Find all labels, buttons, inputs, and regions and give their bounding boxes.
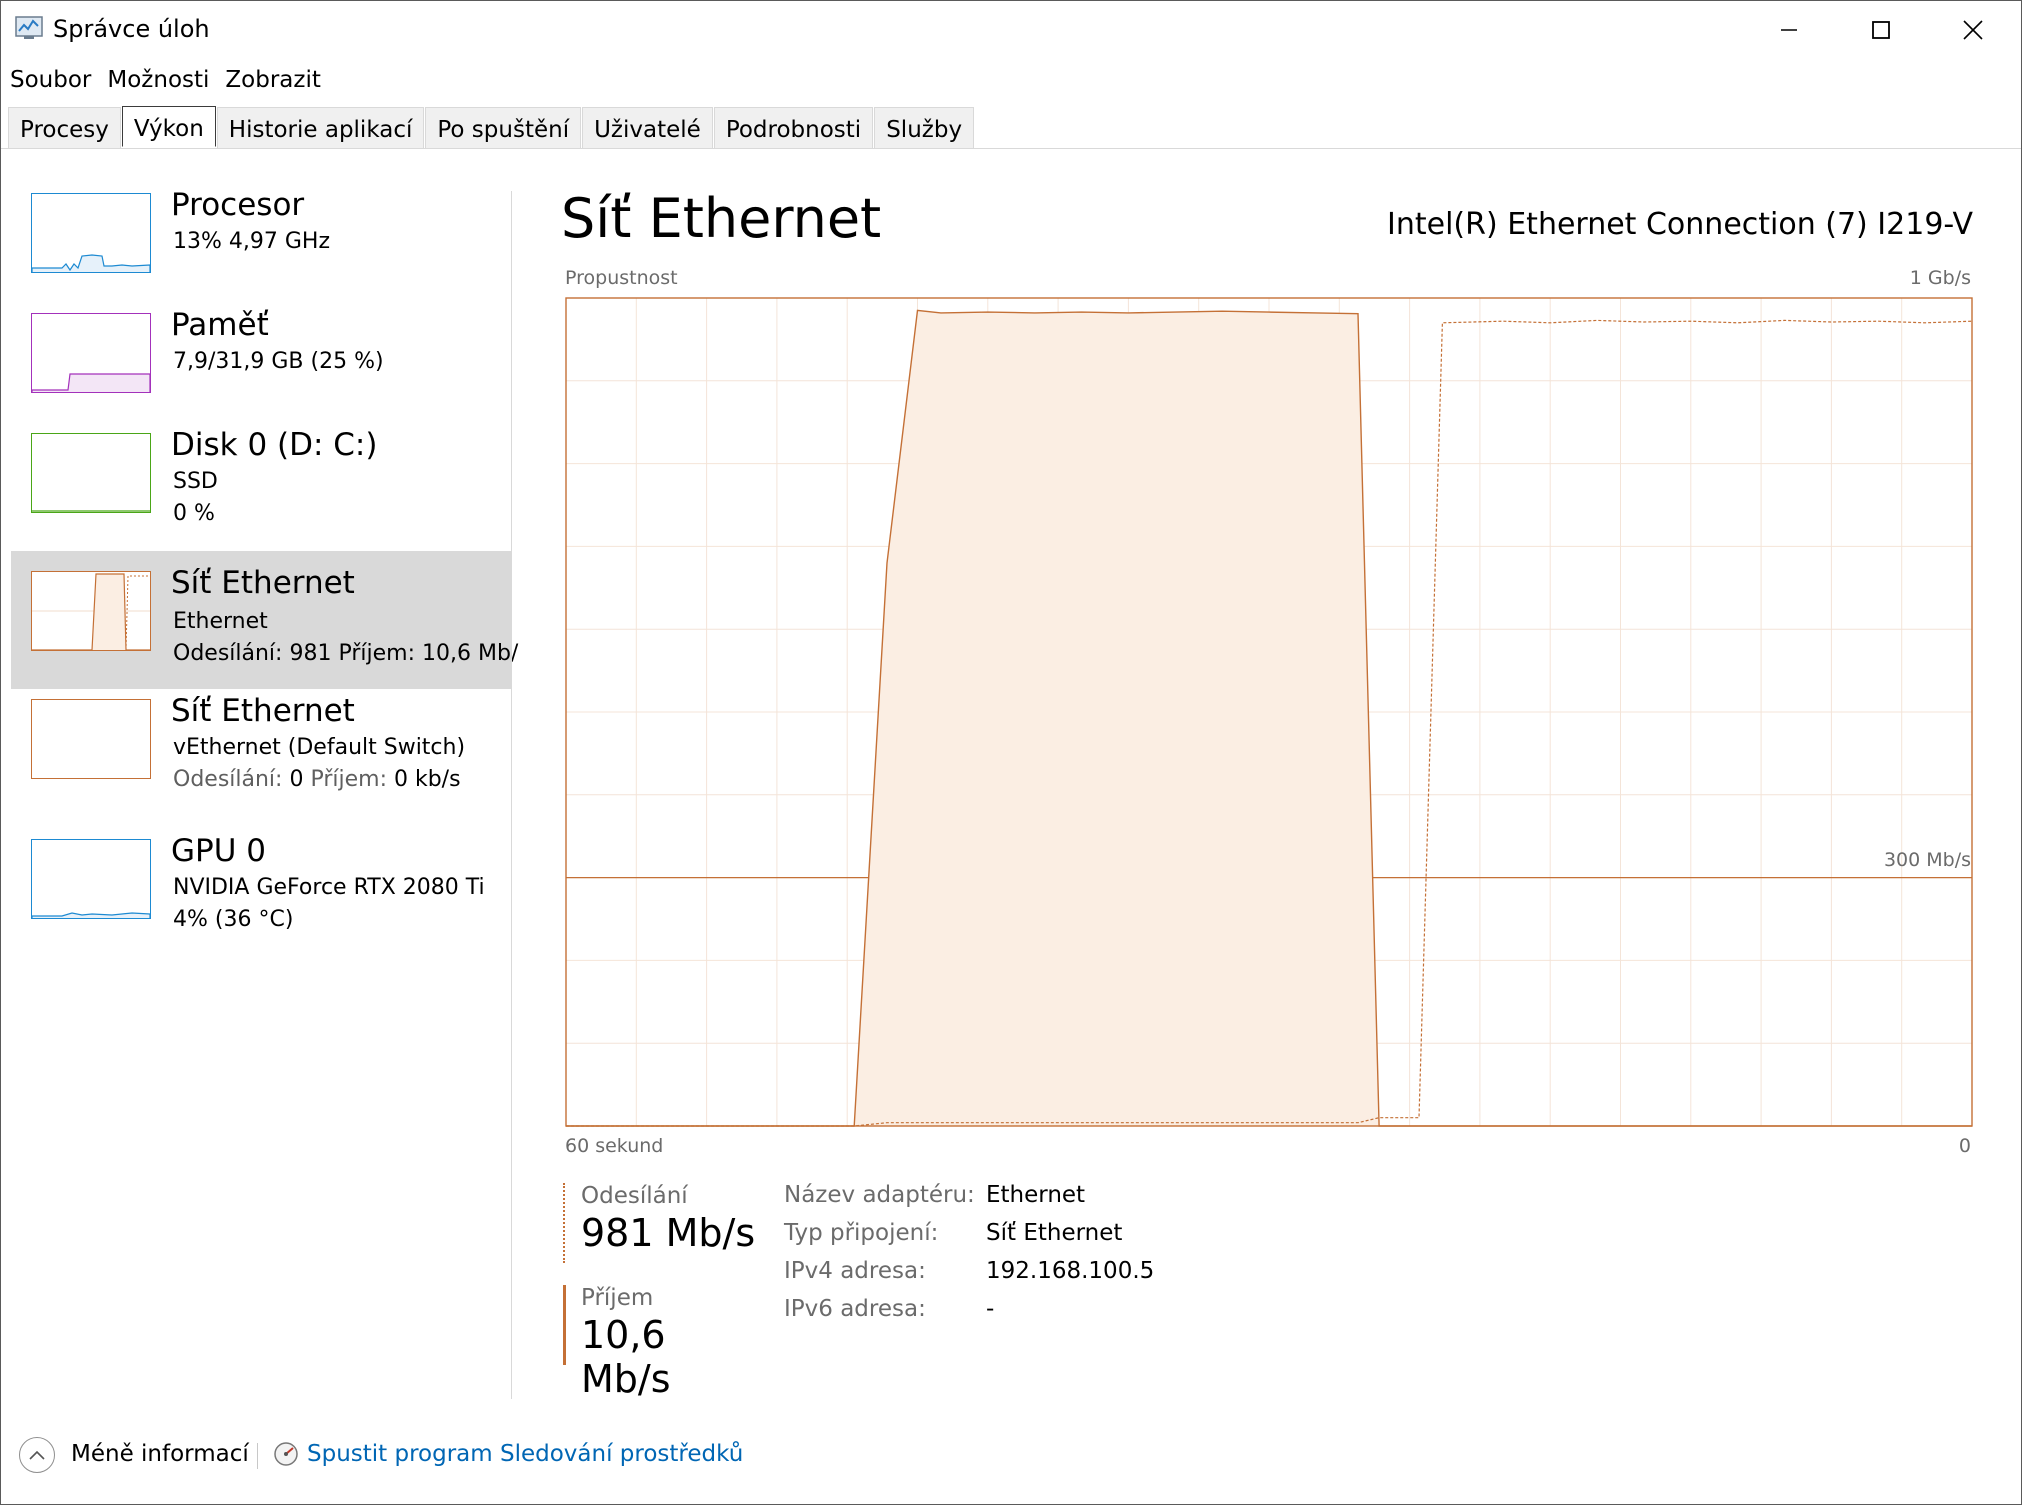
sidebar-item-usage: 4% (36 °C) <box>173 907 294 932</box>
chart-y-max-label: 1 Gb/s <box>1909 267 1971 289</box>
receive-value: 10,6 Mb/ <box>421 641 519 666</box>
sidebar-item-title: Síť Ethernet <box>171 565 355 601</box>
menu-view[interactable]: Zobrazit <box>216 63 327 97</box>
sidebar-item-title: Síť Ethernet <box>171 693 355 729</box>
gpu-thumbnail-graph <box>31 839 151 919</box>
task-manager-icon <box>15 16 43 39</box>
property-label: Název adaptéru: <box>784 1182 975 1208</box>
disk-thumbnail-graph <box>31 433 151 513</box>
chart-y-label: Propustnost <box>565 267 678 289</box>
window-title: Správce úloh <box>53 15 210 43</box>
receive-stat-value: 10,6 Mb/s <box>581 1313 671 1401</box>
property-value: 192.168.100.5 <box>986 1258 1155 1284</box>
tab-details[interactable]: Podrobnosti <box>713 107 874 148</box>
property-label: IPv6 adresa: <box>784 1296 926 1322</box>
property-label: IPv4 adresa: <box>784 1258 926 1284</box>
receive-label: Příjem: <box>310 767 387 792</box>
sidebar-item-detail: 13% 4,97 GHz <box>173 229 331 254</box>
chart-x-right-label: 0 <box>1958 1135 1971 1157</box>
close-icon <box>1963 20 1983 40</box>
fewer-details-label[interactable]: Méně informací <box>71 1441 249 1467</box>
chart-x-left-label: 60 sekund <box>565 1135 664 1157</box>
maximize-icon <box>1872 21 1890 39</box>
sidebar-item-throughput: Odesílání: 0 Příjem: 0 kb/s <box>173 767 461 792</box>
footer-divider <box>257 1443 258 1469</box>
send-stat-value: 981 Mb/s <box>581 1211 756 1255</box>
fewer-details-button[interactable] <box>19 1437 55 1473</box>
minimize-icon <box>1781 29 1797 31</box>
sidebar-item-detail: vEthernet (Default Switch) <box>173 735 466 760</box>
throughput-chart <box>565 297 1973 1127</box>
receive-legend-bar <box>563 1285 566 1365</box>
sidebar-item-detail: NVIDIA GeForce RTX 2080 Ti <box>173 875 485 900</box>
chevron-up-icon <box>29 1450 45 1460</box>
memory-thumbnail-graph <box>31 313 151 393</box>
tab-app-history[interactable]: Historie aplikací <box>216 107 425 148</box>
sidebar-item-gpu[interactable]: GPU 0 NVIDIA GeForce RTX 2080 Ti 4% (36 … <box>11 829 511 967</box>
receive-stat: Příjem 10,6 Mb/s <box>563 1285 763 1401</box>
sidebar-divider <box>511 191 512 1399</box>
sidebar-item-title: Procesor <box>171 187 305 223</box>
resource-monitor-icon <box>274 1442 298 1466</box>
tab-services[interactable]: Služby <box>874 107 975 148</box>
tab-processes[interactable]: Procesy <box>8 107 121 148</box>
tab-bar: Procesy Výkon Historie aplikací Po spušt… <box>8 106 975 149</box>
sidebar-item-cpu[interactable]: Procesor 13% 4,97 GHz <box>11 183 511 321</box>
send-stat-label: Odesílání <box>581 1183 688 1209</box>
send-label: Odesílání: <box>173 641 283 666</box>
maximize-button[interactable] <box>1835 1 1927 59</box>
menu-bar: Soubor Možnosti Zobrazit <box>1 63 328 97</box>
receive-label: Příjem: <box>338 641 415 666</box>
receive-value: 0 kb/s <box>393 767 461 792</box>
cpu-thumbnail-graph <box>31 193 151 273</box>
sidebar-item-title: Disk 0 (D: C:) <box>171 427 378 463</box>
sidebar-item-detail: SSD <box>173 469 218 494</box>
resource-monitor-link[interactable]: Spustit program Sledování prostředků <box>307 1441 743 1467</box>
send-legend-bar <box>563 1183 565 1263</box>
sidebar-item-title: Paměť <box>171 307 269 343</box>
send-value: 981 <box>289 641 332 666</box>
tab-startup[interactable]: Po spuštění <box>425 107 582 148</box>
footer: Méně informací Spustit program Sledování… <box>1 1421 2021 1481</box>
menu-options[interactable]: Možnosti <box>98 63 216 97</box>
sidebar-item-title: GPU 0 <box>171 833 266 869</box>
page-title: Síť Ethernet <box>561 187 882 250</box>
vethernet-thumbnail-graph <box>31 699 151 779</box>
menu-file[interactable]: Soubor <box>1 63 98 97</box>
sidebar-item-ethernet[interactable]: Síť Ethernet Ethernet Odesílání: 981 Pří… <box>11 551 518 689</box>
minimize-button[interactable] <box>1743 1 1835 59</box>
title-bar: Správce úloh <box>1 1 2021 59</box>
send-stat: Odesílání 981 Mb/s <box>563 1183 763 1263</box>
chart-reference-label: 300 Mb/s <box>1883 849 1971 871</box>
adapter-name: Intel(R) Ethernet Connection (7) I219-V <box>1387 207 1973 242</box>
property-value: Ethernet <box>986 1182 1086 1208</box>
send-label: Odesílání: <box>173 767 283 792</box>
tab-performance[interactable]: Výkon <box>121 106 216 147</box>
sidebar-item-usage: 0 % <box>173 501 215 526</box>
sidebar-item-vethernet[interactable]: Síť Ethernet vEthernet (Default Switch) … <box>11 689 511 827</box>
sidebar-item-disk[interactable]: Disk 0 (D: C:) SSD 0 % <box>11 423 511 561</box>
sidebar-item-detail: 7,9/31,9 GB (25 %) <box>173 349 384 374</box>
property-value: Síť Ethernet <box>986 1220 1123 1246</box>
property-label: Typ připojení: <box>784 1220 939 1246</box>
tab-users[interactable]: Uživatelé <box>582 107 713 148</box>
send-value: 0 <box>289 767 304 792</box>
close-button[interactable] <box>1927 1 2019 59</box>
ethernet-thumbnail-graph <box>31 571 151 651</box>
property-value: - <box>986 1296 995 1322</box>
receive-stat-label: Příjem <box>581 1285 654 1311</box>
sidebar-item-memory[interactable]: Paměť 7,9/31,9 GB (25 %) <box>11 303 511 441</box>
sidebar-item-detail: Ethernet <box>173 609 268 634</box>
sidebar-item-throughput: Odesílání: 981 Příjem: 10,6 Mb/ <box>173 641 518 666</box>
